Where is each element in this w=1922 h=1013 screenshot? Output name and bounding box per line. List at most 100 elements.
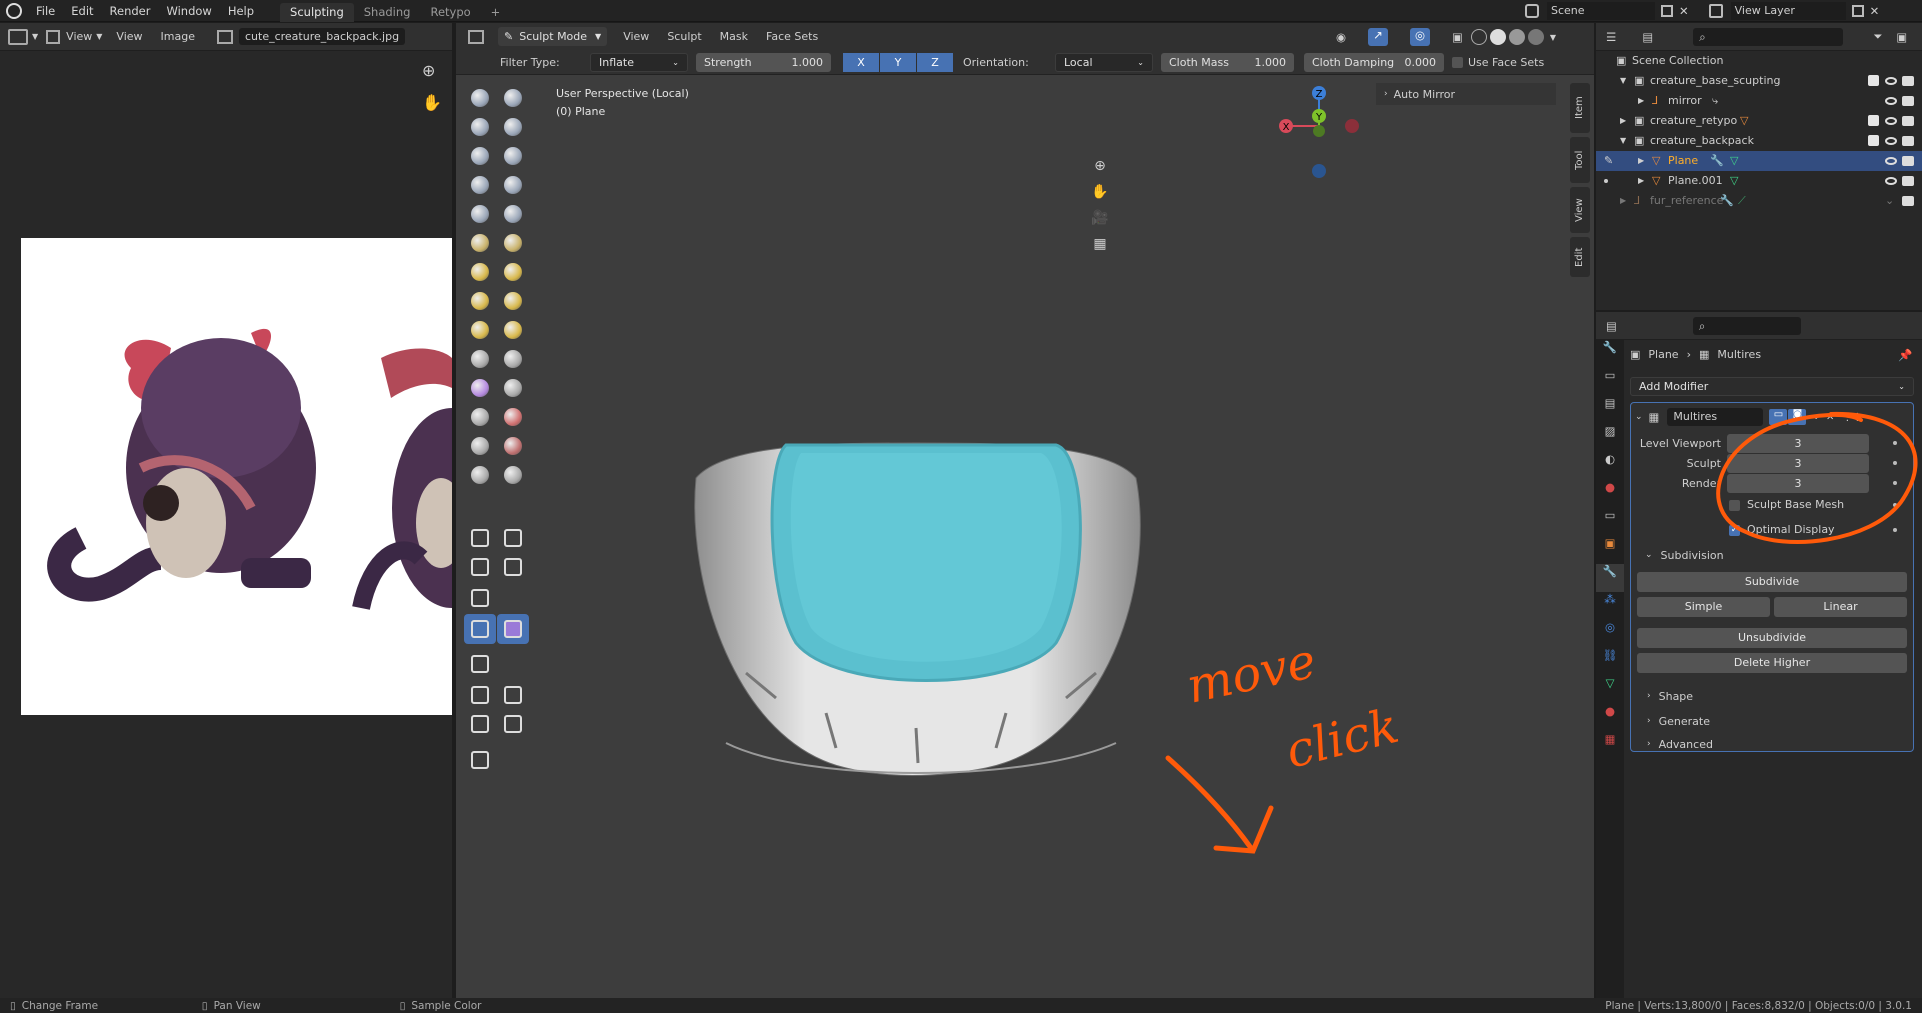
menu-file[interactable]: File: [28, 0, 63, 22]
tool-annotate-icon[interactable]: [464, 745, 496, 775]
generate-subpanel-header[interactable]: › Generate: [1635, 711, 1710, 731]
tab-shading[interactable]: Shading: [354, 3, 421, 22]
outliner-row-scene-collection[interactable]: ▣ Scene Collection: [1596, 51, 1922, 71]
eye-icon[interactable]: [1885, 117, 1897, 125]
view-layer-name[interactable]: View Layer: [1730, 2, 1846, 20]
outliner-row-creature-backpack[interactable]: ▼ ▣ creature_backpack: [1596, 131, 1922, 151]
sidebar-tab-view[interactable]: View: [1570, 187, 1590, 233]
material-tab-icon[interactable]: ●: [1596, 704, 1624, 732]
tool-nudge-icon[interactable]: [464, 373, 496, 403]
outliner-row-creature-base-scupting[interactable]: ▼ ▣ creature_base_scupting: [1596, 71, 1922, 91]
constraints-tab-icon[interactable]: ⛓: [1596, 648, 1624, 676]
image-name-field[interactable]: cute_creature_backpack.jpg: [238, 28, 406, 45]
add-workspace-button[interactable]: +: [481, 3, 511, 22]
physics-tab-icon[interactable]: ◎: [1596, 620, 1624, 648]
render-tab-icon[interactable]: ▭: [1596, 368, 1624, 396]
outliner-row-creature-retypo[interactable]: ▶ ▣ creature_retypo ▽: [1596, 111, 1922, 131]
menu-help[interactable]: Help: [220, 0, 262, 22]
camera-icon[interactable]: [1902, 136, 1914, 146]
view-mode-dropdown[interactable]: View: [66, 30, 92, 43]
menu-mask[interactable]: Mask: [720, 30, 748, 43]
tool-scale-icon[interactable]: [464, 709, 496, 739]
pin-icon[interactable]: 📌: [1898, 348, 1912, 362]
axis-x-toggle[interactable]: X: [843, 52, 879, 72]
tool-crease-icon[interactable]: [464, 199, 496, 229]
gizmo-neg-y[interactable]: [1313, 125, 1325, 137]
overlay-toggle-icon[interactable]: ◎: [1410, 28, 1431, 46]
eye-icon[interactable]: [1885, 157, 1897, 165]
cloth-mass-field[interactable]: Cloth Mass 1.000: [1161, 52, 1294, 72]
tool-draw-icon[interactable]: [464, 83, 496, 113]
menu-edit[interactable]: Edit: [63, 0, 101, 22]
tool-mask-box-icon[interactable]: [464, 523, 496, 553]
tool-lasso-mask-icon[interactable]: [497, 523, 529, 553]
tool-pose-icon[interactable]: [497, 344, 529, 374]
auto-mirror-panel[interactable]: › Auto Mirror: [1376, 83, 1556, 105]
tool-mask-icon[interactable]: [464, 460, 496, 490]
eye-icon[interactable]: [1885, 137, 1897, 145]
tool-multiplane-scrape-icon[interactable]: [497, 257, 529, 287]
chevron-down-icon[interactable]: ⌄: [1635, 412, 1643, 422]
sidebar-tab-item[interactable]: Item: [1570, 83, 1590, 133]
tab-sculpting[interactable]: Sculpting: [280, 2, 354, 22]
collection-enable-checkbox[interactable]: [1868, 135, 1879, 146]
output-tab-icon[interactable]: ▤: [1596, 396, 1624, 424]
tool-box-face-set-icon[interactable]: [464, 552, 496, 582]
search-icon[interactable]: ⌕: [1693, 27, 1844, 46]
search-icon[interactable]: ⌕: [1692, 316, 1801, 335]
eye-hidden-icon[interactable]: ⌄: [1885, 191, 1894, 211]
tool-color-filter-icon[interactable]: [464, 649, 496, 679]
blender-logo-icon[interactable]: [6, 2, 22, 19]
viewport-3d[interactable]: ✎ Sculpt Mode ▼ View Sculpt Mask Face Se…: [456, 23, 1594, 998]
tool-flatten-icon[interactable]: [464, 228, 496, 258]
menu-window[interactable]: Window: [158, 0, 219, 22]
cloth-damping-field[interactable]: Cloth Damping 0.000: [1304, 52, 1444, 72]
wireframe-shading-icon[interactable]: [1470, 29, 1487, 45]
chevron-down-icon[interactable]: ▼: [1550, 33, 1556, 42]
tool-cloth-filter-icon[interactable]: [497, 614, 529, 644]
editor-type-icon[interactable]: ☰: [1606, 30, 1616, 44]
zoom-icon[interactable]: ⊕: [422, 61, 435, 80]
gizmo-neg-x[interactable]: [1345, 119, 1359, 133]
editor-type-icon[interactable]: ▤: [1606, 319, 1617, 333]
zoom-icon[interactable]: ⊕: [1088, 158, 1112, 182]
material-shading-icon[interactable]: [1508, 29, 1525, 45]
scene-selector[interactable]: Scene ✕ View Layer ✕: [1525, 2, 1879, 20]
display-mode-icon[interactable]: ▤: [1642, 30, 1653, 44]
unsubdivide-button[interactable]: Unsubdivide: [1637, 628, 1907, 648]
collection-tab-icon[interactable]: ▭: [1596, 508, 1624, 536]
tool-blob-icon[interactable]: [497, 170, 529, 200]
camera-icon[interactable]: [1902, 96, 1914, 106]
sculpt-mesh[interactable]: [686, 423, 1156, 823]
menu-view[interactable]: View: [623, 30, 649, 43]
tool-move-icon[interactable]: [464, 680, 496, 710]
strength-field[interactable]: Strength 1.000: [696, 52, 831, 72]
rendered-shading-icon[interactable]: [1527, 29, 1544, 45]
tab-retypo[interactable]: Retypo: [420, 3, 480, 22]
tool-fill-icon[interactable]: [497, 228, 529, 258]
tool-transform-icon[interactable]: [497, 709, 529, 739]
mode-dropdown[interactable]: ✎ Sculpt Mode ▼: [498, 27, 608, 46]
subdivide-button[interactable]: Subdivide: [1637, 572, 1907, 592]
texture-tab-icon[interactable]: ▦: [1596, 732, 1624, 760]
collection-enable-checkbox[interactable]: [1868, 75, 1879, 86]
menu-face-sets[interactable]: Face Sets: [766, 30, 818, 43]
camera-icon[interactable]: [1902, 156, 1914, 166]
solid-shading-icon[interactable]: [1489, 29, 1506, 45]
tool-trim-icon[interactable]: [497, 552, 529, 582]
use-face-sets-checkbox[interactable]: [1452, 56, 1463, 68]
tool-boundary-icon[interactable]: [497, 402, 529, 432]
tool-scrape-icon[interactable]: [464, 257, 496, 287]
camera-icon[interactable]: [1902, 196, 1914, 206]
image-browse-icon[interactable]: [216, 29, 233, 44]
xray-icon[interactable]: ▣: [1452, 30, 1463, 44]
outliner-row-plane-001[interactable]: ▶ ▽ Plane.001 ▽: [1596, 171, 1922, 191]
scene-tab-icon[interactable]: ◐: [1596, 452, 1624, 480]
tool-cloth-icon[interactable]: [464, 431, 496, 461]
filter-type-dropdown[interactable]: Inflate ⌄: [590, 52, 688, 72]
grid-perspective-icon[interactable]: ▦: [1088, 236, 1112, 260]
tool-slide-relax-icon[interactable]: [464, 402, 496, 432]
particles-tab-icon[interactable]: ⁂: [1596, 592, 1624, 620]
outliner-row-fur-reference[interactable]: ▶ ⅃ fur_reference 🔧 ⟋ ⌄: [1596, 191, 1922, 211]
menu-image[interactable]: Image: [161, 30, 195, 43]
